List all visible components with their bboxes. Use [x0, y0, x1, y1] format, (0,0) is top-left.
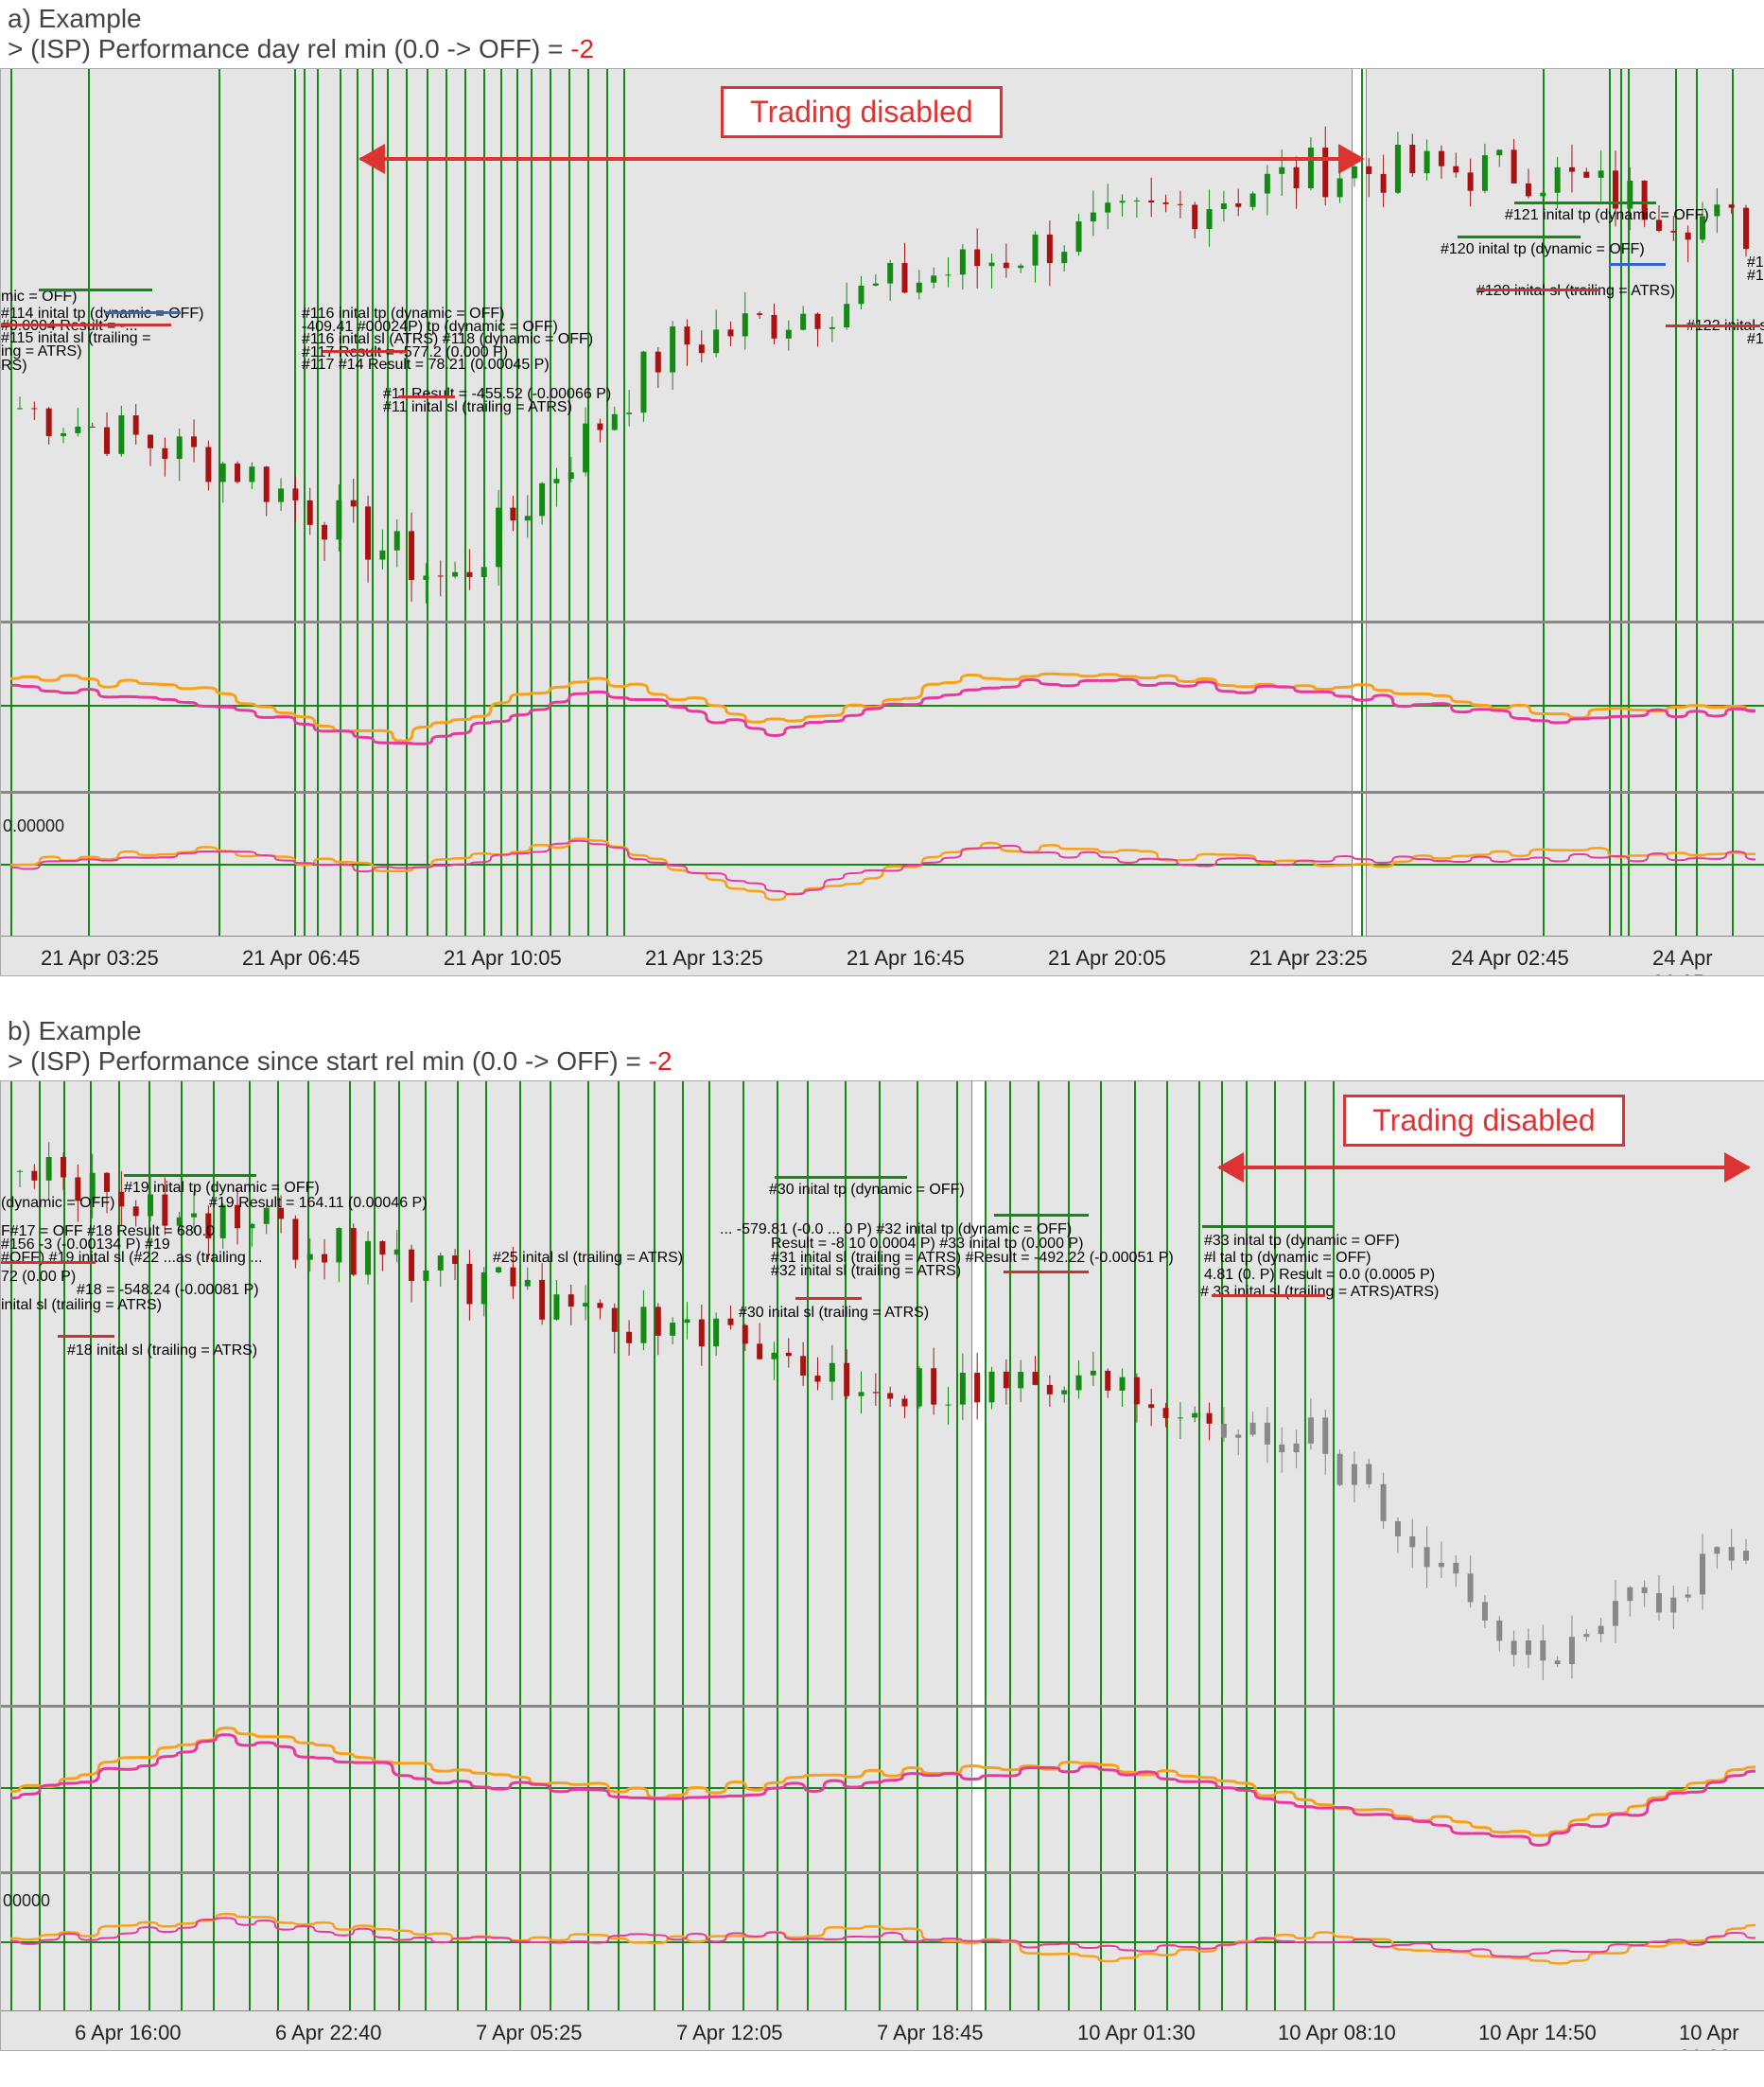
example-subtitle: > (ISP) Performance day rel min (0.0 -> …: [0, 34, 1764, 68]
level-marker: [994, 1214, 1089, 1217]
level-marker: [1666, 324, 1760, 327]
level-marker: [323, 350, 408, 353]
x-tick-label: 7 Apr 18:45: [877, 2021, 984, 2045]
level-marker: [1202, 1225, 1335, 1228]
level-marker: [1476, 289, 1599, 291]
level-marker: [1, 324, 171, 326]
level-marker: [1514, 202, 1656, 204]
osc2-zero-label: 0.00000: [3, 816, 64, 836]
x-tick-label: 24 Apr 06:05: [1652, 946, 1764, 976]
level-marker: [105, 311, 181, 314]
trading-disabled-label: Trading disabled: [360, 86, 1363, 172]
x-tick-label: 7 Apr 05:25: [476, 2021, 583, 2045]
chart-a: Trading disabledmic = OFF)#114 inital tp…: [0, 68, 1764, 976]
trading-disabled-label: Trading disabled: [1219, 1095, 1749, 1181]
osc2-zero-label: 00000: [3, 1891, 50, 1911]
chart-b: Trading disabled(dynamic = OFF)#19 inita…: [0, 1080, 1764, 2051]
x-tick-label: 7 Apr 12:05: [676, 2021, 783, 2045]
x-tick-label: 10 Apr 01:30: [1077, 2021, 1196, 2045]
example-subtitle: > (ISP) Performance since start rel min …: [0, 1046, 1764, 1080]
level-marker: [1458, 236, 1581, 238]
x-tick-label: 21 Apr 10:05: [444, 946, 562, 971]
x-tick-label: 21 Apr 20:05: [1048, 946, 1166, 971]
level-marker: [124, 1174, 256, 1177]
x-axis: 6 Apr 16:00 6 Apr 22:40 7 Apr 05:25 7 Apr 1…: [1, 2010, 1764, 2051]
example-b: b) Example> (ISP) Performance since star…: [0, 1012, 1764, 2051]
x-tick-label: 6 Apr 22:40: [275, 2021, 382, 2045]
chart-svg: [1, 1081, 1764, 2050]
trading-disabled-range-arrow: [1219, 1154, 1749, 1181]
x-tick-label: 24 Apr 02:45: [1451, 946, 1569, 971]
example-title: a) Example: [0, 0, 1764, 34]
x-tick-label: 10 Apr 21:30: [1679, 2021, 1764, 2051]
x-tick-label: 10 Apr 14:50: [1478, 2021, 1597, 2045]
x-axis: 21 Apr 03:25 21 Apr 06:45 21 Apr 10:05 21 A…: [1, 936, 1764, 976]
level-marker: [39, 289, 152, 291]
x-tick-label: 21 Apr 03:25: [41, 946, 159, 971]
level-marker: [398, 395, 455, 398]
x-tick-label: 6 Apr 16:00: [75, 2021, 182, 2045]
level-marker: [1212, 1294, 1325, 1297]
level-marker: [1, 1261, 96, 1264]
chart-svg: [1, 69, 1764, 975]
level-marker: [775, 1176, 907, 1179]
level-marker: [795, 1297, 862, 1300]
example-title: b) Example: [0, 1012, 1764, 1046]
x-tick-label: 21 Apr 13:25: [645, 946, 763, 971]
x-tick-label: 21 Apr 23:25: [1249, 946, 1368, 971]
x-tick-label: 21 Apr 16:45: [847, 946, 965, 971]
example-a: a) Example> (ISP) Performance day rel mi…: [0, 0, 1764, 976]
level-marker: [1609, 263, 1666, 266]
trading-disabled-range-arrow: [360, 146, 1363, 172]
x-tick-label: 10 Apr 08:10: [1278, 2021, 1396, 2045]
level-marker: [58, 1335, 114, 1338]
x-tick-label: 21 Apr 06:45: [242, 946, 360, 971]
level-marker: [1004, 1271, 1089, 1273]
